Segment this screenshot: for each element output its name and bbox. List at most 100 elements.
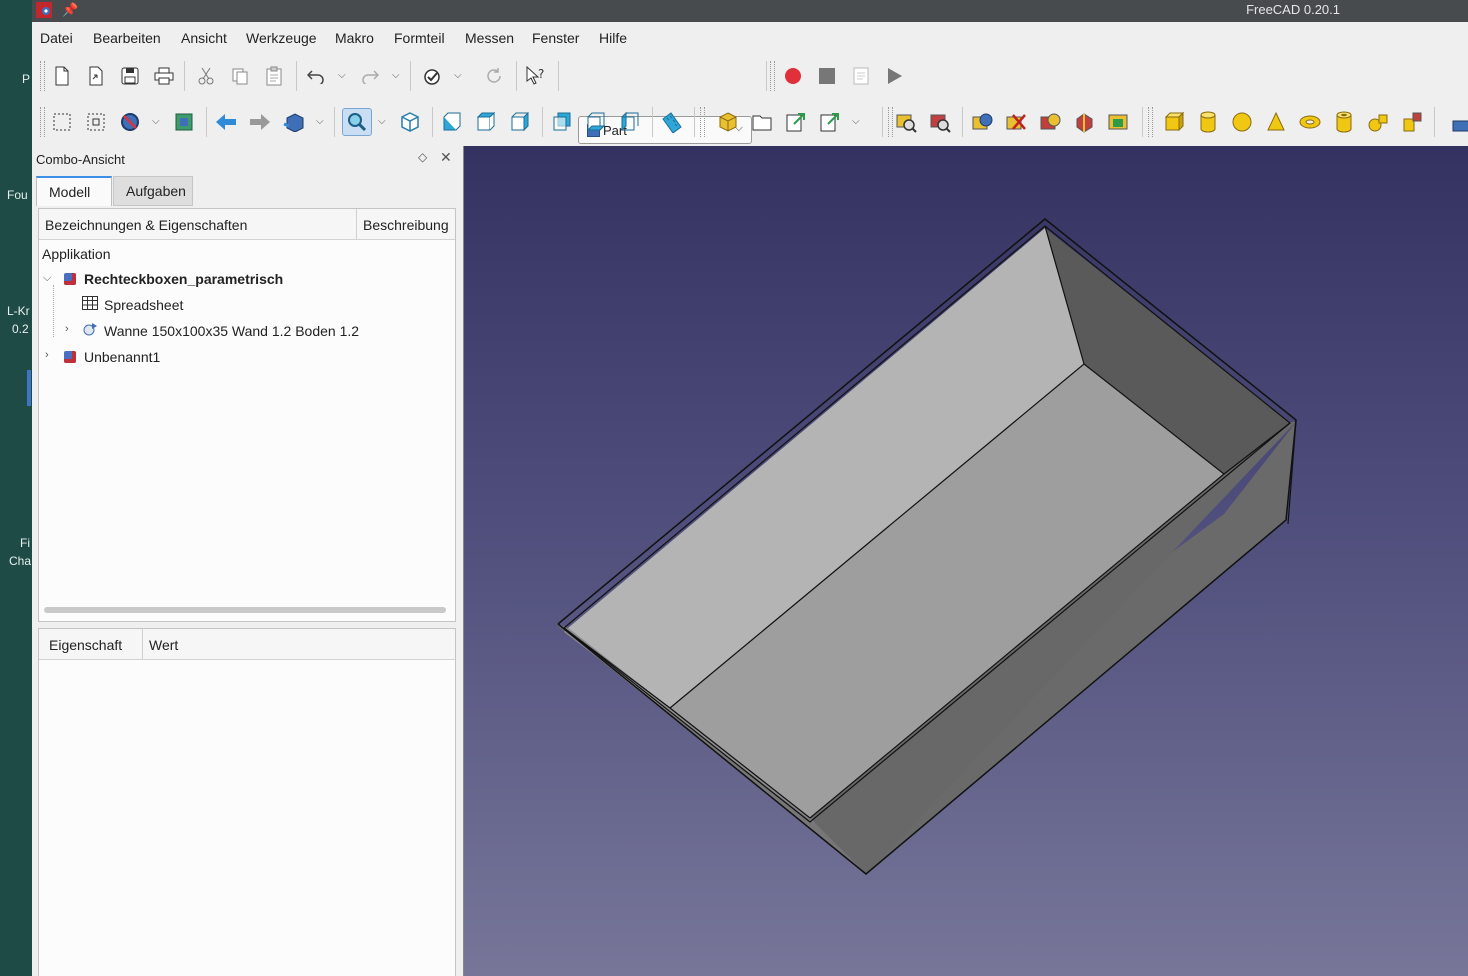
chevron-down-icon[interactable]: ⌵ [316, 116, 324, 127]
macro-stop-icon[interactable] [815, 64, 839, 88]
menu-datei[interactable]: Datei [40, 30, 73, 46]
create-part-icon[interactable] [716, 110, 740, 134]
box-select-icon[interactable] [50, 110, 74, 134]
tree-header-description[interactable]: Beschreibung [363, 217, 449, 233]
open-document-icon[interactable] [84, 64, 108, 88]
tree-item-document[interactable]: Rechteckboxen_parametrisch [84, 271, 283, 287]
part-boolean-icon[interactable] [970, 110, 994, 134]
chevron-down-icon[interactable]: ⌵ [378, 116, 386, 127]
undo-icon[interactable] [304, 64, 328, 88]
property-header-name[interactable]: Eigenschaft [49, 637, 122, 653]
part-extrude-icon[interactable] [1448, 110, 1468, 134]
freecad-app-icon[interactable] [36, 2, 52, 18]
menu-fenster[interactable]: Fenster [532, 30, 579, 46]
toolbar-grip[interactable] [700, 107, 705, 137]
part-cone-icon[interactable] [1264, 110, 1288, 134]
desktop-label-fragment: L-Kr [7, 304, 30, 318]
draw-style-icon[interactable] [118, 110, 142, 134]
toolbar-grip[interactable] [770, 61, 775, 91]
link-make-icon[interactable] [784, 110, 808, 134]
tree-item-feature[interactable]: Wanne 150x100x35 Wand 1.2 Boden 1.2 [104, 323, 359, 339]
tree-item-document[interactable]: Unbenannt1 [84, 349, 160, 365]
toolbar-grip[interactable] [888, 107, 893, 137]
print-icon[interactable] [152, 64, 176, 88]
paste-icon[interactable] [262, 64, 286, 88]
column-divider[interactable] [142, 629, 143, 659]
macro-record-icon[interactable] [781, 64, 805, 88]
close-icon[interactable]: ✕ [440, 149, 452, 166]
part-common-icon[interactable] [1072, 110, 1096, 134]
macro-edit-icon[interactable] [849, 64, 873, 88]
link-actions-icon[interactable] [818, 110, 842, 134]
bounding-box-icon[interactable] [172, 110, 196, 134]
cut-icon[interactable] [194, 64, 218, 88]
part-cylinder-icon[interactable] [1196, 110, 1220, 134]
view-left-icon[interactable] [618, 110, 642, 134]
navigate-back-icon[interactable] [214, 110, 238, 134]
part-check-geometry-icon[interactable] [894, 110, 918, 134]
column-divider[interactable] [356, 209, 357, 239]
part-primitives-icon[interactable] [1366, 110, 1390, 134]
toolbar-separator [334, 107, 335, 137]
navigate-forward-icon[interactable] [248, 110, 272, 134]
new-document-icon[interactable] [50, 64, 74, 88]
whats-this-icon[interactable]: ? [524, 64, 548, 88]
recompute-icon[interactable] [482, 64, 506, 88]
property-header: Eigenschaft Wert [39, 629, 455, 660]
menu-messen[interactable]: Messen [465, 30, 514, 46]
toolbar-grip[interactable] [40, 61, 45, 91]
menu-werkzeuge[interactable]: Werkzeuge [246, 30, 317, 46]
view-rear-icon[interactable] [550, 110, 574, 134]
view-right-icon[interactable] [508, 110, 532, 134]
fit-all-icon[interactable] [342, 108, 372, 136]
view-bottom-icon[interactable] [584, 110, 608, 134]
menu-ansicht[interactable]: Ansicht [181, 30, 227, 46]
save-icon[interactable] [118, 64, 142, 88]
part-tube-icon[interactable] [1332, 110, 1356, 134]
chevron-down-icon[interactable]: ⌵ [852, 116, 860, 127]
menu-bearbeiten[interactable]: Bearbeiten [93, 30, 161, 46]
view-isometric-icon[interactable] [398, 110, 422, 134]
toolbar-separator [652, 107, 653, 137]
macro-run-icon[interactable] [883, 64, 907, 88]
part-defeaturing-icon[interactable] [928, 110, 952, 134]
3d-view[interactable] [463, 146, 1468, 976]
chevron-down-icon[interactable]: ⌵ [454, 70, 462, 81]
menu-makro[interactable]: Makro [335, 30, 374, 46]
measure-distance-icon[interactable] [660, 110, 684, 134]
chevron-right-icon[interactable]: › [45, 349, 49, 361]
part-cut-icon[interactable] [1004, 110, 1028, 134]
view-top-icon[interactable] [474, 110, 498, 134]
menu-hilfe[interactable]: Hilfe [599, 30, 627, 46]
part-section-icon[interactable] [1106, 110, 1130, 134]
part-fuse-icon[interactable] [1038, 110, 1062, 134]
pin-icon[interactable]: 📌 [62, 2, 78, 18]
chevron-down-icon[interactable]: ⌵ [338, 70, 346, 81]
float-panel-icon[interactable]: ◇ [418, 150, 427, 164]
menu-formteil[interactable]: Formteil [394, 30, 445, 46]
toolbar-grip[interactable] [40, 107, 45, 137]
create-group-icon[interactable] [750, 110, 774, 134]
tab-aufgaben[interactable]: Aufgaben [113, 176, 193, 206]
tab-modell[interactable]: Modell [36, 176, 112, 206]
toolbar-grip[interactable] [1148, 107, 1153, 137]
chevron-right-icon[interactable]: › [65, 323, 69, 335]
chevron-down-icon[interactable]: ⌵ [43, 272, 51, 285]
part-torus-icon[interactable] [1298, 110, 1322, 134]
copy-icon[interactable] [228, 64, 252, 88]
part-builder-icon[interactable] [1400, 110, 1424, 134]
tray-model[interactable] [464, 146, 1468, 976]
std-views-icon[interactable] [282, 110, 306, 134]
tree-item-spreadsheet[interactable]: Spreadsheet [104, 297, 183, 313]
redo-icon[interactable] [358, 64, 382, 88]
part-sphere-icon[interactable] [1230, 110, 1254, 134]
box-element-select-icon[interactable] [84, 110, 108, 134]
chevron-down-icon[interactable]: ⌵ [152, 116, 160, 127]
view-front-icon[interactable] [440, 110, 464, 134]
tree-header-labels[interactable]: Bezeichnungen & Eigenschaften [45, 217, 247, 233]
refresh-check-icon[interactable] [420, 64, 444, 88]
part-box-icon[interactable] [1162, 110, 1186, 134]
horizontal-scrollbar[interactable] [44, 607, 446, 613]
chevron-down-icon[interactable]: ⌵ [392, 70, 400, 81]
property-header-value[interactable]: Wert [149, 637, 178, 653]
